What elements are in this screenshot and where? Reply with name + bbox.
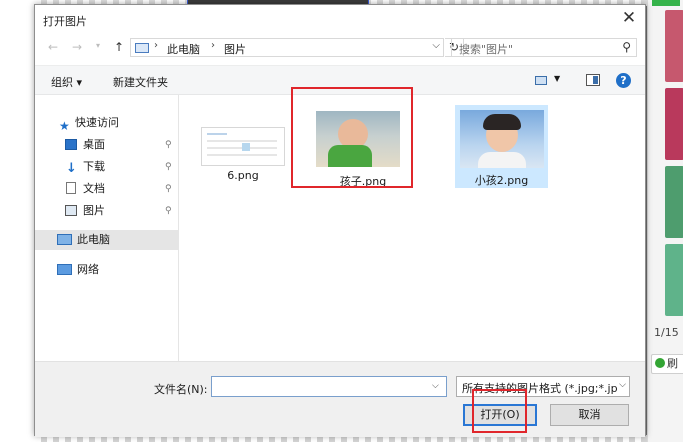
dialog-footer: 文件名(N): ⌵ 所有支持的图片格式 (*.jpg;*.jp ⌵ 打开(O) …: [35, 361, 645, 437]
dialog-title: 打开图片: [43, 15, 87, 28]
file-name: 6.png: [227, 169, 259, 182]
forward-arrow-icon[interactable]: →: [69, 39, 85, 55]
file-name: 小孩2.png: [474, 174, 529, 187]
file-item[interactable]: 6.png: [197, 107, 289, 187]
recent-dropdown-icon[interactable]: ▾: [90, 38, 106, 54]
pin-icon[interactable]: ⚲: [165, 179, 172, 199]
computer-icon: [57, 234, 72, 245]
new-folder-button[interactable]: 新建文件夹: [113, 74, 168, 90]
file-thumbnail: [201, 127, 285, 166]
category-badge: [652, 0, 680, 6]
desktop-icon: [65, 139, 77, 150]
close-icon[interactable]: ✕: [613, 5, 645, 33]
template-thumbnail[interactable]: [665, 88, 683, 160]
navigation-pane: ★ 快速访问 桌面 ⚲ ↓ 下载 ⚲ 文档 ⚲ 图片 ⚲ 此电脑 网络: [35, 95, 179, 361]
chevron-right-icon: ›: [211, 40, 215, 51]
background-app-left: [0, 0, 35, 442]
pin-icon[interactable]: ⚲: [165, 135, 172, 155]
chevron-right-icon: ›: [154, 40, 158, 51]
preview-pane-icon[interactable]: [586, 74, 600, 86]
template-thumbnail[interactable]: [665, 10, 683, 82]
title-bar: 打开图片 ✕: [35, 5, 645, 33]
sidebar-item-documents[interactable]: 文档 ⚲: [35, 179, 179, 199]
open-button[interactable]: 打开(O): [463, 404, 537, 426]
organize-menu[interactable]: 组织 ▾: [51, 74, 82, 90]
search-placeholder: 搜索"图片": [459, 43, 514, 56]
sidebar-item-quick-access[interactable]: ★ 快速访问: [35, 113, 179, 133]
refresh-icon: [655, 358, 665, 368]
open-image-dialog: 打开图片 ✕ ← → ▾ ↑ › 此电脑 › 图片 ⌵ ↻ 搜索"图片" ⚲ 组…: [34, 4, 646, 437]
file-thumbnail: [316, 111, 400, 167]
page-indicator: 1/15: [654, 326, 679, 339]
chevron-down-icon[interactable]: ⌵: [432, 381, 439, 391]
pin-icon[interactable]: ⚲: [165, 157, 172, 177]
breadcrumb-pictures[interactable]: 图片: [224, 41, 246, 57]
pin-icon[interactable]: ⚲: [165, 201, 172, 221]
navigation-bar: ← → ▾ ↑ › 此电脑 › 图片 ⌵ ↻ 搜索"图片" ⚲: [35, 35, 645, 61]
back-arrow-icon[interactable]: ←: [45, 39, 61, 55]
file-name-input[interactable]: [211, 376, 447, 397]
sidebar-item-this-pc[interactable]: 此电脑: [35, 230, 178, 250]
template-thumbnail[interactable]: [665, 244, 683, 316]
file-type-select[interactable]: 所有支持的图片格式 (*.jpg;*.jp ⌵: [456, 376, 630, 397]
file-thumbnail: [460, 110, 544, 168]
file-type-value: 所有支持的图片格式 (*.jpg;*.jp: [462, 382, 618, 395]
view-icon[interactable]: [535, 76, 547, 85]
file-item[interactable]: 小孩2.png: [455, 105, 548, 188]
computer-icon: [135, 43, 149, 53]
background-template-panel: 1/15 刷: [647, 0, 683, 442]
refresh-button[interactable]: 刷: [651, 354, 683, 374]
chevron-down-icon: ⌵: [619, 380, 626, 390]
download-icon: ↓: [66, 161, 77, 176]
pictures-icon: [65, 205, 77, 216]
star-icon: ★: [59, 119, 70, 133]
address-bar[interactable]: › 此电脑 › 图片 ⌵: [130, 38, 444, 57]
help-icon[interactable]: ?: [616, 73, 631, 88]
file-list: 6.png 孩子.png 小孩2.png: [179, 95, 645, 361]
file-name: 孩子.png: [339, 175, 387, 188]
command-toolbar: 组织 ▾ 新建文件夹 ▼ ?: [35, 65, 645, 95]
cancel-button[interactable]: 取消: [550, 404, 629, 426]
breadcrumb-this-pc[interactable]: 此电脑: [167, 41, 200, 57]
network-icon: [57, 264, 72, 275]
file-item[interactable]: 孩子.png: [309, 97, 417, 188]
sidebar-item-desktop[interactable]: 桌面 ⚲: [35, 135, 179, 155]
sidebar-item-downloads[interactable]: ↓ 下载 ⚲: [35, 157, 179, 177]
up-arrow-icon[interactable]: ↑: [111, 39, 127, 55]
chevron-down-icon[interactable]: ⌵: [432, 40, 440, 51]
chevron-down-icon[interactable]: ▼: [554, 74, 560, 83]
document-icon: [66, 182, 76, 194]
sidebar-item-pictures[interactable]: 图片 ⚲: [35, 201, 179, 221]
search-input[interactable]: 搜索"图片" ⚲: [451, 38, 637, 57]
sidebar-item-network[interactable]: 网络: [35, 260, 179, 280]
file-name-label: 文件名(N):: [154, 383, 208, 396]
search-icon[interactable]: ⚲: [622, 40, 631, 54]
template-thumbnail[interactable]: [665, 166, 683, 238]
